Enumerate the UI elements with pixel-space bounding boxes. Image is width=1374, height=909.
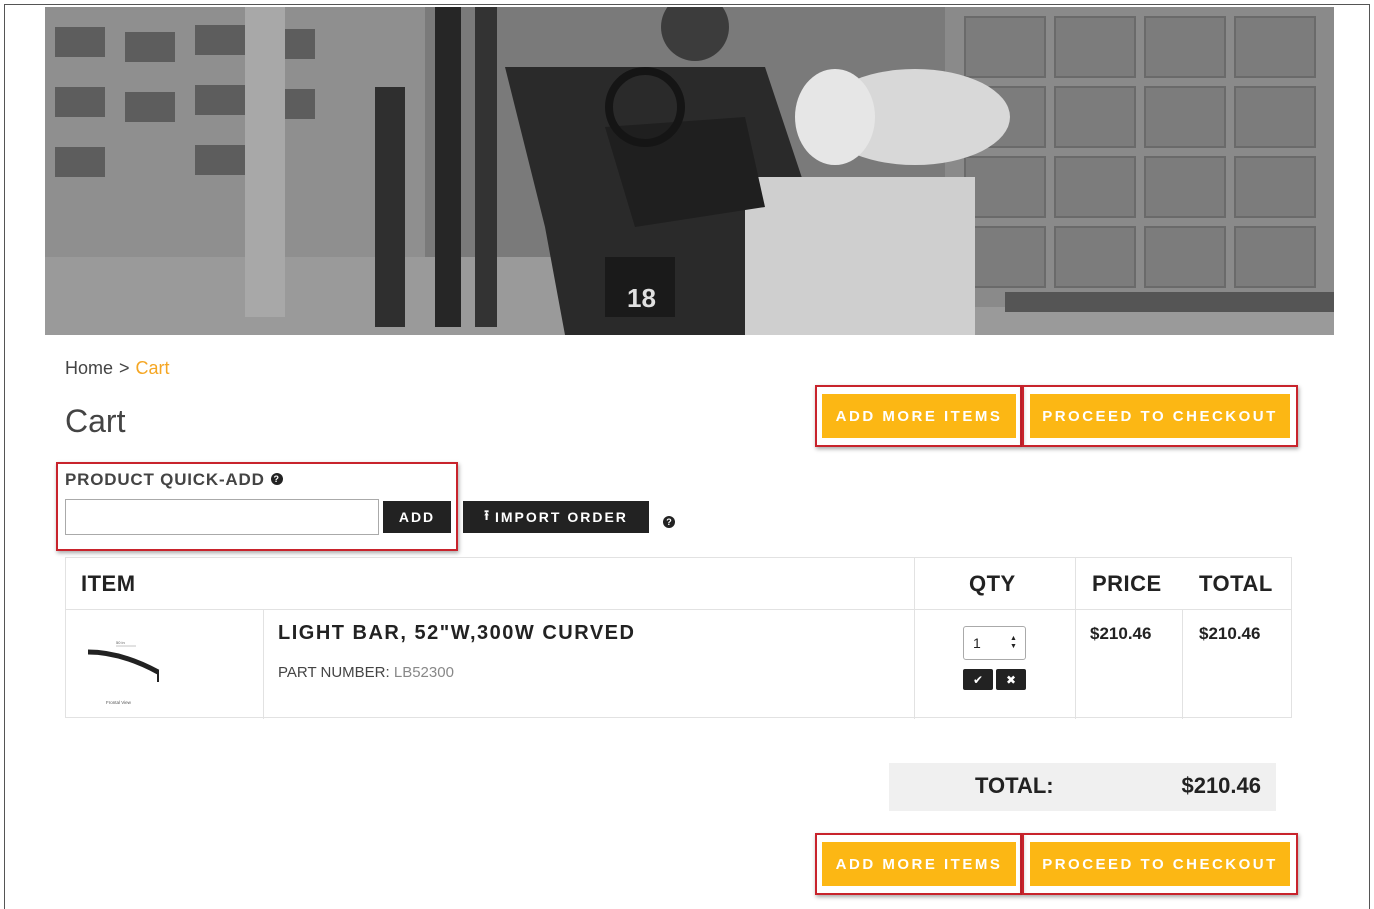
quantity-stepper[interactable]: 1 ▲ ▼	[963, 626, 1026, 660]
total-value: $210.46	[1181, 773, 1261, 798]
breadcrumb: Home > Cart	[65, 358, 170, 379]
quantity-value: 1	[973, 635, 981, 651]
column-header-price: PRICE	[1092, 570, 1162, 596]
quick-add-input[interactable]	[65, 499, 379, 535]
page-title: Cart	[65, 403, 126, 439]
import-order-button[interactable]: ⭱ IMPORT ORDER	[463, 501, 649, 533]
thumbnail-caption: Frontal View	[106, 700, 132, 705]
proceed-to-checkout-button-bottom[interactable]: PROCEED TO CHECKOUT	[1030, 842, 1290, 886]
svg-text:18: 18	[627, 283, 656, 313]
add-more-items-button[interactable]: ADD MORE ITEMS	[822, 394, 1016, 438]
product-title-link[interactable]: LIGHT BAR, 52"W,300W CURVED	[278, 622, 635, 645]
breadcrumb-current[interactable]: Cart	[136, 358, 170, 378]
breadcrumb-home-link[interactable]: Home	[65, 358, 113, 378]
thumbnail-dimension: 50 in	[116, 640, 125, 645]
quick-add-label: PRODUCT QUICK-ADD?	[65, 470, 283, 490]
price-cell: $210.46	[1090, 624, 1152, 643]
hero-banner-image: 18	[45, 7, 1334, 335]
column-header-qty: QTY	[969, 570, 1016, 596]
column-header-item: ITEM	[81, 570, 136, 596]
order-total-summary: TOTAL: $210.46	[889, 763, 1276, 811]
column-header-total: TOTAL	[1199, 570, 1273, 596]
upload-icon: ⭱	[484, 507, 491, 523]
total-label: TOTAL:	[975, 773, 1054, 798]
proceed-to-checkout-button[interactable]: PROCEED TO CHECKOUT	[1030, 394, 1290, 438]
help-icon[interactable]: ?	[270, 473, 283, 485]
line-total-cell: $210.46	[1199, 624, 1261, 643]
table-divider	[914, 558, 915, 719]
table-divider	[263, 609, 264, 719]
import-help-icon[interactable]: ?	[663, 516, 675, 528]
add-more-items-button-bottom[interactable]: ADD MORE ITEMS	[822, 842, 1016, 886]
stepper-arrows-icon[interactable]: ▲ ▼	[1010, 635, 1018, 651]
remove-item-button[interactable]: ✖	[996, 669, 1026, 690]
close-icon: ✖	[1005, 672, 1017, 687]
check-icon: ✔	[972, 672, 984, 687]
quick-add-button[interactable]: ADD	[383, 501, 451, 533]
table-divider	[1075, 558, 1076, 719]
update-quantity-button[interactable]: ✔	[963, 669, 993, 690]
table-divider	[66, 609, 1291, 610]
part-number: PART NUMBER: LB52300	[278, 664, 454, 681]
table-divider	[1182, 609, 1183, 719]
cart-table: ITEM QTY PRICE TOTAL 50 in Frontal View …	[65, 557, 1292, 719]
breadcrumb-separator: >	[119, 358, 130, 378]
product-thumbnail[interactable]: 50 in Frontal View	[76, 622, 176, 712]
